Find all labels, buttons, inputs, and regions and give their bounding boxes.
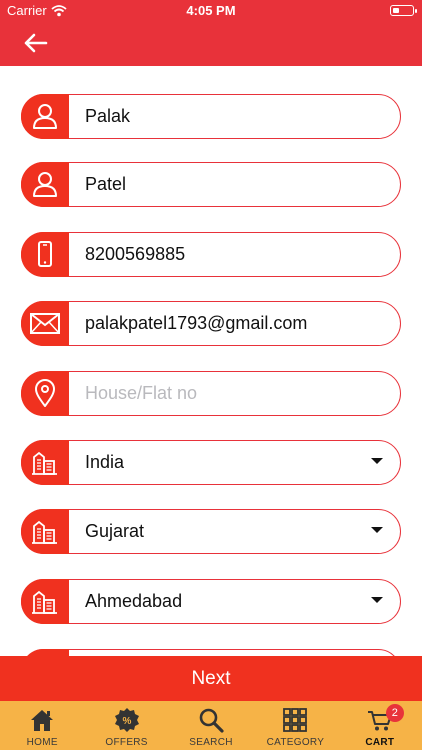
caret-down-icon bbox=[371, 527, 383, 533]
house-placeholder: House/Flat no bbox=[85, 383, 198, 403]
first-name-field[interactable]: Palak bbox=[20, 93, 401, 139]
arrow-left-icon[interactable] bbox=[18, 28, 54, 58]
tab-home[interactable]: HOME bbox=[0, 701, 84, 750]
tab-offers[interactable]: % OFFERS bbox=[84, 701, 168, 750]
next-field-partial[interactable] bbox=[20, 648, 401, 656]
last-name-field[interactable]: Patel bbox=[20, 161, 401, 207]
caret-down-icon bbox=[371, 597, 383, 603]
building-icon bbox=[31, 520, 57, 544]
building-icon bbox=[31, 590, 57, 614]
country-select[interactable]: India bbox=[20, 439, 401, 485]
status-time: 4:05 PM bbox=[186, 3, 236, 18]
status-bar: Carrier 4:05 PM bbox=[0, 0, 422, 22]
user-icon bbox=[32, 104, 57, 129]
email-field[interactable]: palakpatel1793@gmail.com bbox=[20, 300, 401, 346]
state-value: Gujarat bbox=[85, 521, 145, 541]
app-header: Carrier 4:05 PM bbox=[0, 0, 422, 66]
house-field[interactable]: House/Flat no bbox=[20, 370, 401, 416]
caret-down-icon bbox=[371, 458, 383, 464]
home-icon bbox=[31, 710, 54, 731]
address-form[interactable]: Palak Patel 8200569885 palakpatel1793@gm… bbox=[0, 66, 422, 656]
phone-value: 8200569885 bbox=[85, 244, 186, 264]
building-icon bbox=[31, 451, 57, 475]
last-name-value: Patel bbox=[85, 174, 127, 194]
country-value: India bbox=[85, 452, 125, 472]
svg-text:%: % bbox=[122, 716, 131, 727]
tab-search[interactable]: SEARCH bbox=[169, 701, 253, 750]
tab-cart[interactable]: 2 CART bbox=[338, 701, 422, 750]
bottom-tab-bar: HOME % OFFERS SEARCH CATEGORY 2 CART bbox=[0, 701, 422, 750]
user-icon bbox=[32, 172, 57, 197]
tab-category-label: CATEGORY bbox=[266, 737, 325, 748]
next-button[interactable]: Next bbox=[0, 656, 422, 701]
phone-field[interactable]: 8200569885 bbox=[20, 231, 401, 277]
tab-home-label: HOME bbox=[26, 737, 58, 748]
grid-icon bbox=[283, 708, 308, 732]
discount-badge-icon: % bbox=[114, 708, 139, 732]
tab-category[interactable]: CATEGORY bbox=[253, 701, 337, 750]
cart-count-badge: 2 bbox=[385, 704, 404, 722]
location-pin-icon bbox=[34, 379, 55, 407]
city-value: Ahmedabad bbox=[85, 591, 183, 611]
mobile-phone-icon bbox=[37, 241, 52, 267]
tab-cart-label: CART bbox=[365, 737, 395, 748]
state-select[interactable]: Gujarat bbox=[20, 508, 401, 554]
tab-offers-label: OFFERS bbox=[105, 737, 148, 748]
first-name-value: Palak bbox=[85, 106, 131, 126]
city-select[interactable]: Ahmedabad bbox=[20, 578, 401, 624]
tab-search-label: SEARCH bbox=[189, 737, 233, 748]
battery-icon bbox=[390, 5, 417, 16]
email-value: palakpatel1793@gmail.com bbox=[85, 313, 308, 333]
search-icon bbox=[199, 708, 224, 733]
envelope-icon bbox=[29, 313, 60, 334]
